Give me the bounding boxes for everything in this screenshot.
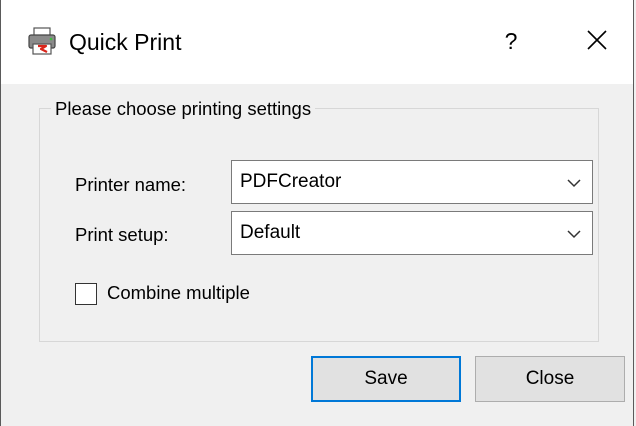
title-bar[interactable]: Quick Print ?	[1, 0, 633, 84]
close-window-button[interactable]	[567, 18, 627, 64]
print-setup-value: Default	[240, 222, 301, 243]
print-setup-select[interactable]: Default	[231, 211, 593, 255]
printer-name-value: PDFCreator	[240, 171, 342, 192]
combine-multiple-label[interactable]: Combine multiple	[107, 282, 250, 304]
group-legend: Please choose printing settings	[51, 98, 316, 120]
quick-print-dialog: Quick Print ? Please choose printing set…	[0, 0, 634, 426]
close-icon	[586, 30, 608, 68]
combine-multiple-checkbox[interactable]	[75, 283, 97, 305]
help-button[interactable]: ?	[481, 18, 541, 64]
close-button[interactable]: Close	[475, 356, 625, 402]
chevron-down-icon	[566, 227, 582, 239]
printer-name-select[interactable]: PDFCreator	[231, 160, 593, 204]
chevron-down-icon	[566, 176, 582, 188]
printer-icon	[27, 27, 57, 55]
print-setup-label: Print setup:	[75, 224, 169, 245]
printer-name-label: Printer name:	[75, 174, 187, 195]
window-title: Quick Print	[69, 29, 182, 55]
save-button[interactable]: Save	[311, 356, 461, 402]
